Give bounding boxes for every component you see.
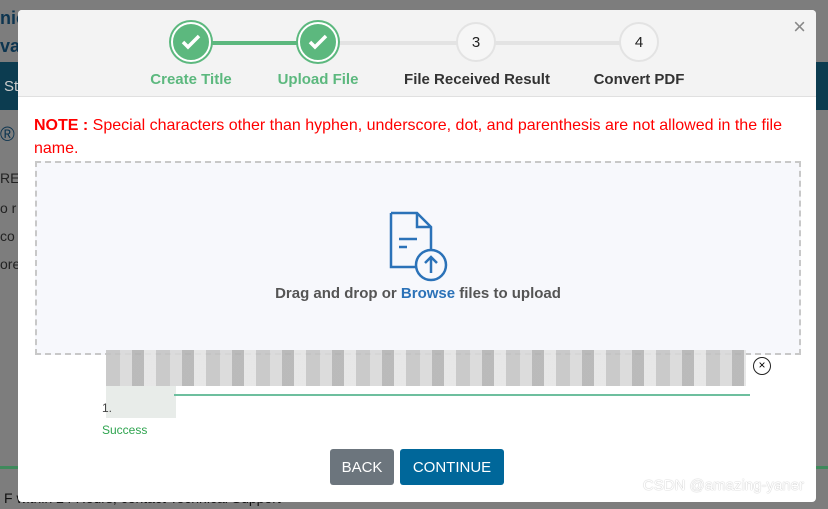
background-text: o r [0,200,17,216]
remove-file-icon[interactable]: × [753,357,771,375]
background-text: RE [0,170,20,186]
step-4-label: Convert PDF [593,71,685,88]
file-upload-icon [389,211,448,282]
step-4-number: 4 [619,22,659,62]
dropzone-text: Drag and drop or Browse files to upload [275,285,561,302]
step-1-label: Create Title [150,71,232,88]
step-2-label: Upload File [277,71,359,88]
step-2-check-icon [298,22,338,62]
back-button[interactable]: BACK [330,449,394,485]
blurred-filesize [106,386,176,418]
upload-status: Success [102,423,148,437]
background-text: co [0,228,15,244]
watermark: CSDN @amazing-yaner [642,477,804,494]
continue-button[interactable]: CONTINUE [400,449,504,485]
step-1-check-icon [171,22,211,62]
step-3-label: File Received Result [404,71,550,88]
browse-link[interactable]: Browse [401,285,455,302]
blurred-filename [106,350,746,386]
close-icon[interactable]: × [793,14,806,40]
filename-note: NOTE : Special characters other than hyp… [34,117,782,157]
background-text: ® [0,124,15,146]
file-number: 1. [102,401,113,415]
file-dropzone[interactable]: Drag and drop or Browse files to upload [35,161,801,355]
upload-modal: × 3 4 Create Title Upload File File Rece… [18,10,816,502]
stepper-header: × 3 4 Create Title Upload File File Rece… [18,10,816,97]
upload-progress-bar [174,394,750,396]
step-3-number: 3 [456,22,496,62]
